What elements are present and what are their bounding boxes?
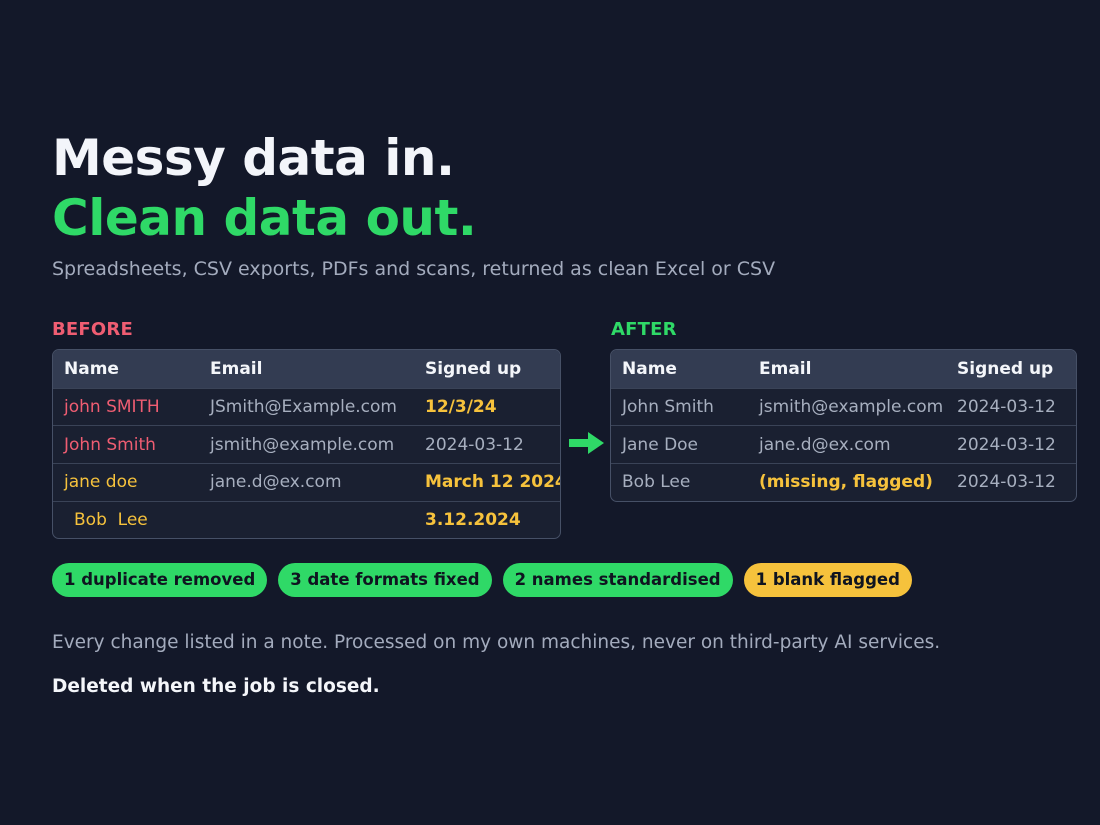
signed-up-cell: 2024-03-12: [414, 425, 560, 463]
email-cell: [199, 500, 414, 539]
signed-up-cell: 3.12.2024: [414, 500, 560, 539]
table-row: Bob Lee 3.12.2024: [53, 500, 560, 539]
table-row: Jane Doe jane.d@ex.com 2024-03-12: [611, 425, 1076, 463]
name-cell: jane doe: [53, 463, 199, 501]
after-label: AFTER: [611, 319, 677, 340]
before-label: BEFORE: [52, 319, 133, 340]
chip-names-standardised: 2 names standardised: [502, 563, 733, 597]
email-cell: jsmith@example.com: [748, 387, 946, 426]
column-header-email: Email: [748, 350, 946, 388]
subtitle: Spreadsheets, CSV exports, PDFs and scan…: [52, 258, 776, 280]
summary-chips: 1 duplicate removed 3 date formats fixed…: [52, 563, 912, 597]
table-header-row: Name Email Signed up: [53, 350, 560, 388]
signed-up-cell: 2024-03-12: [946, 463, 1076, 501]
column-header-signed-up: Signed up: [946, 350, 1076, 388]
email-cell: jane.d@ex.com: [748, 425, 946, 463]
name-cell: Jane Doe: [611, 425, 748, 463]
headline-line-2: Clean data out.: [52, 189, 477, 247]
name-cell: John Smith: [53, 425, 199, 463]
signed-up-cell: March 12 2024: [414, 463, 560, 501]
signed-up-cell: 2024-03-12: [946, 425, 1076, 463]
email-cell-flagged: (missing, flagged): [748, 463, 946, 501]
name-cell: Bob Lee: [611, 463, 748, 501]
table-row: Bob Lee (missing, flagged) 2024-03-12: [611, 463, 1076, 501]
headline-line-1: Messy data in.: [52, 129, 455, 187]
email-cell: jane.d@ex.com: [199, 463, 414, 501]
slide: Messy data in. Clean data out. Spreadshe…: [0, 0, 1100, 825]
chip-date-formats-fixed: 3 date formats fixed: [278, 563, 492, 597]
table-row: John Smith jsmith@example.com 2024-03-12: [53, 425, 560, 463]
signed-up-cell: 12/3/24: [414, 387, 560, 426]
table-header-row: Name Email Signed up: [611, 350, 1076, 388]
name-cell: Bob Lee: [53, 500, 199, 539]
footnote: Every change listed in a note. Processed…: [52, 632, 941, 653]
headline: Messy data in. Clean data out.: [52, 128, 477, 248]
column-header-name: Name: [611, 350, 748, 388]
before-table: Name Email Signed up john SMITH JSmith@E…: [52, 349, 561, 540]
name-cell: John Smith: [611, 387, 748, 426]
footnote-bold: Deleted when the job is closed.: [52, 676, 380, 697]
name-cell: john SMITH: [53, 387, 199, 426]
table-row: John Smith jsmith@example.com 2024-03-12: [611, 387, 1076, 426]
column-header-name: Name: [53, 350, 199, 388]
arrow-right-icon: [569, 432, 604, 454]
email-cell: JSmith@Example.com: [199, 387, 414, 426]
signed-up-cell: 2024-03-12: [946, 387, 1076, 426]
chip-blank-flagged: 1 blank flagged: [743, 563, 912, 597]
email-cell: jsmith@example.com: [199, 425, 414, 463]
after-table: Name Email Signed up John Smith jsmith@e…: [610, 349, 1077, 502]
table-row: john SMITH JSmith@Example.com 12/3/24: [53, 387, 560, 426]
table-row: jane doe jane.d@ex.com March 12 2024: [53, 463, 560, 501]
column-header-email: Email: [199, 350, 414, 388]
chip-duplicate-removed: 1 duplicate removed: [52, 563, 268, 597]
column-header-signed-up: Signed up: [414, 350, 560, 388]
